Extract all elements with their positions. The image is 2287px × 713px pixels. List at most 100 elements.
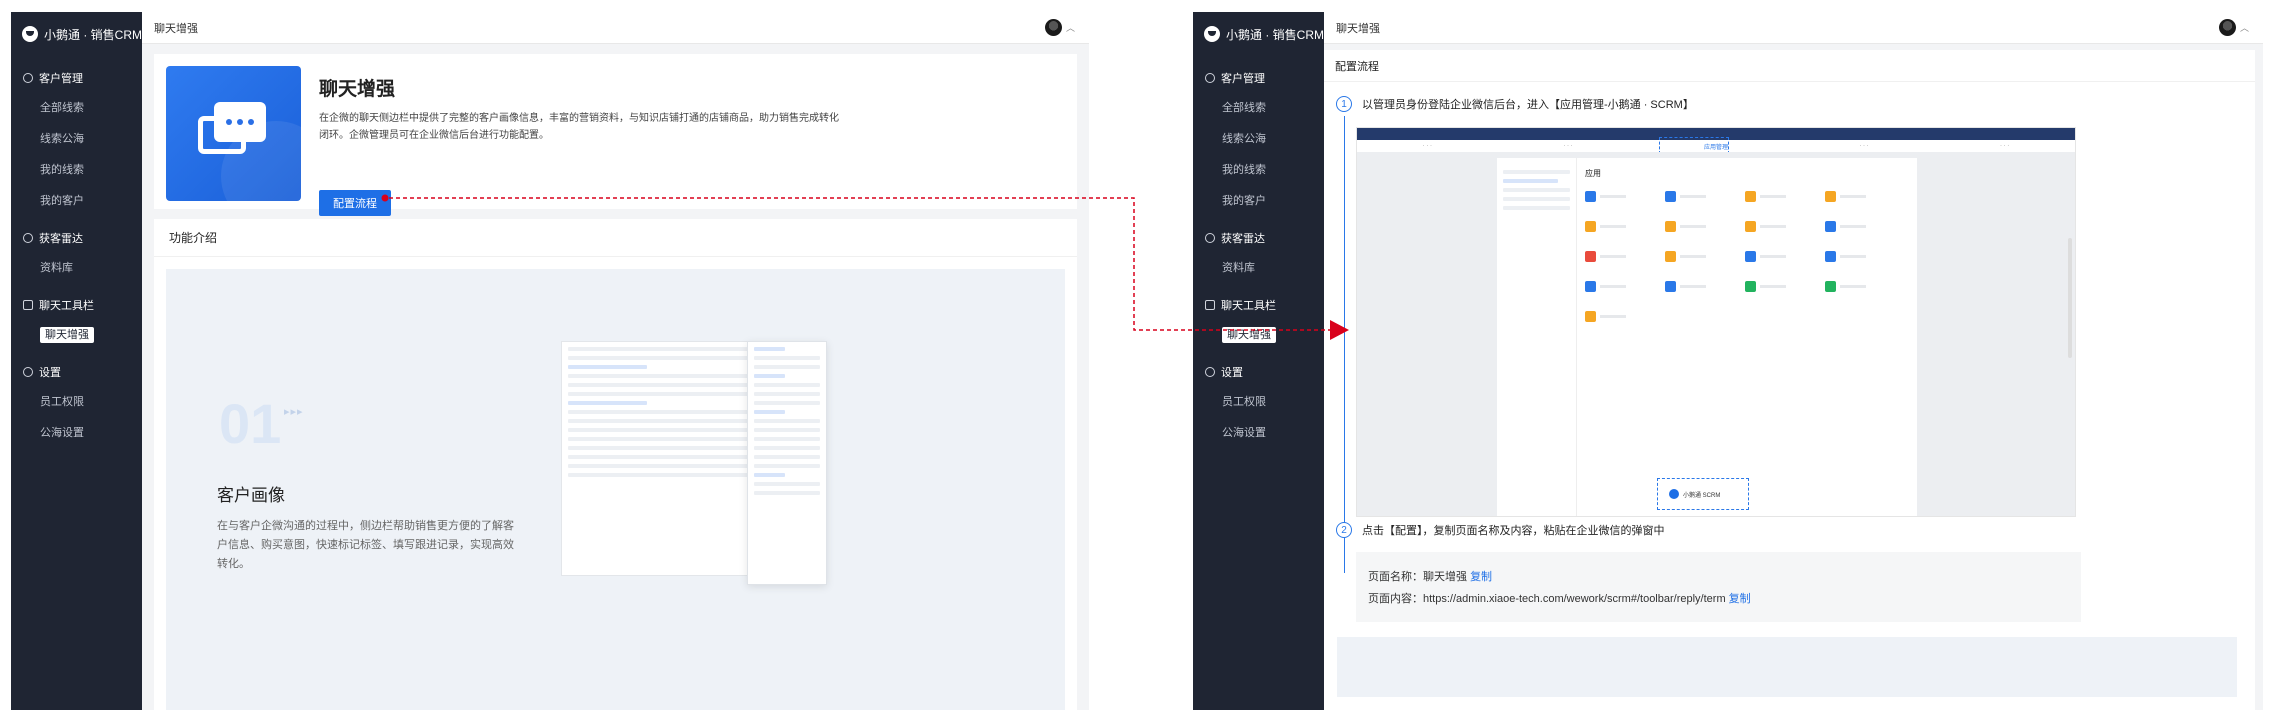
- next-panel: [1337, 637, 2237, 697]
- step-1: 1 以管理员身份登陆企业微信后台，进入【应用管理-小鹅通 · SCRM】: [1336, 96, 2255, 112]
- user-menu[interactable]: ︿: [2218, 19, 2249, 36]
- app-tile: [1825, 278, 1883, 294]
- brand-name: 小鹅通 · 销售CRM: [1226, 27, 1324, 42]
- chevron-up-icon: ︿: [2239, 23, 2249, 33]
- copy-name-link[interactable]: 复制: [1470, 571, 1492, 583]
- sidebar-item-my-leads[interactable]: 我的线索: [1193, 154, 1324, 185]
- brand: 小鹅通 · 销售CRM: [1193, 12, 1324, 56]
- feature-panel: 01 ▸▸▸ 客户画像 在与客户企微沟通的过程中，侧边栏帮助销售更方便的了解客户…: [166, 269, 1065, 710]
- arrow-dots-icon: ▸▸▸: [284, 406, 304, 418]
- config-title: 配置流程: [1324, 50, 2255, 82]
- scrollbar: [2068, 238, 2072, 358]
- sidebar-item-my-customers[interactable]: 我的客户: [11, 185, 142, 216]
- app-tile: [1745, 278, 1803, 294]
- nav-group-title[interactable]: 聊天工具栏: [1193, 291, 1324, 319]
- chevron-up-icon: ︿: [1065, 23, 1075, 33]
- app-tile-icon: [1745, 280, 1756, 292]
- nav-group-title[interactable]: 获客雷达: [11, 224, 142, 252]
- sidebar-item-staff-permission[interactable]: 员工权限: [1193, 386, 1324, 417]
- avatar: [1044, 19, 1062, 36]
- sidebar-item-my-customers[interactable]: 我的客户: [1193, 185, 1324, 216]
- bubble-front-icon: [214, 102, 266, 142]
- app-tile: [1665, 188, 1723, 204]
- nav-group-title[interactable]: 设置: [11, 358, 142, 386]
- chat-icon: [23, 300, 33, 310]
- brand-logo-icon: [22, 26, 38, 42]
- step-2: 2 点击【配置】，复制页面名称及内容，粘贴在企业微信的弹窗中: [1336, 522, 1665, 538]
- app-tile: [1665, 218, 1723, 234]
- app-tile-label-placeholder: [1600, 254, 1626, 258]
- sidebar-item-chat-enhance[interactable]: 聊天增强: [1193, 319, 1324, 350]
- hero-text: 聊天增强 在企微的聊天侧边栏中提供了完整的客户画像信息，丰富的营销资料，与知识店…: [319, 66, 844, 216]
- copy-content-link[interactable]: 复制: [1729, 593, 1751, 605]
- sidebar-item-library[interactable]: 资料库: [1193, 252, 1324, 283]
- user-menu[interactable]: ︿: [1044, 19, 1075, 36]
- admin-section-title: 应用: [1585, 169, 1601, 178]
- sidebar-item-library[interactable]: 资料库: [11, 252, 142, 283]
- user-icon: [1205, 73, 1215, 83]
- sidebar-item-chat-enhance[interactable]: 聊天增强: [11, 319, 142, 350]
- admin-tab: · · ·: [1859, 143, 1869, 149]
- brand-logo-icon: [1204, 26, 1220, 42]
- app-tile-label-placeholder: [1600, 314, 1626, 318]
- sidebar: 小鹅通 · 销售CRM 客户管理 全部线索 线索公海 我的线索 我的客户 获客雷…: [1193, 12, 1324, 710]
- app-tile-icon: [1665, 250, 1676, 262]
- brand: 小鹅通 · 销售CRM: [11, 12, 142, 56]
- admin-tab: · · ·: [1422, 143, 1432, 149]
- highlighted-app: 小鹅通 SCRM: [1669, 489, 1720, 499]
- app-tile-label-placeholder: [1840, 194, 1866, 198]
- hero-card: 聊天增强 在企微的聊天侧边栏中提供了完整的客户画像信息，丰富的营销资料，与知识店…: [154, 54, 1077, 216]
- main-area: 聊天增强 ︿ 聊天增强 在企微的聊天侧边栏中提供了完整的客户画像信息，丰富的营销…: [142, 12, 1089, 710]
- nav-group-title[interactable]: 聊天工具栏: [11, 291, 142, 319]
- app-tile-label-placeholder: [1760, 284, 1786, 288]
- sidebar-item-all-leads[interactable]: 全部线索: [1193, 92, 1324, 123]
- app-tile: [1745, 248, 1803, 264]
- nav-group-radar: 获客雷达 资料库: [1193, 224, 1324, 283]
- feature-number: 01: [219, 392, 282, 455]
- app-tile-label-placeholder: [1840, 284, 1866, 288]
- app-tile: [1745, 188, 1803, 204]
- sidebar-item-my-leads[interactable]: 我的线索: [11, 154, 142, 185]
- config-flow-button[interactable]: 配置流程: [319, 190, 391, 216]
- nav-group-title[interactable]: 客户管理: [11, 64, 142, 92]
- app-tile-icon: [1665, 190, 1676, 202]
- radar-icon: [1205, 233, 1215, 243]
- topbar: 聊天增强 ︿: [1324, 12, 2263, 44]
- step-text: 以管理员身份登陆企业微信后台，进入【应用管理-小鹅通 · SCRM】: [1362, 99, 1694, 111]
- nav-group-customer: 客户管理 全部线索 线索公海 我的线索 我的客户: [11, 64, 142, 216]
- app-tile-icon: [1585, 310, 1596, 322]
- nav-group-title[interactable]: 获客雷达: [1193, 224, 1324, 252]
- app-tile: [1585, 188, 1643, 204]
- sidebar-item-lead-pool[interactable]: 线索公海: [11, 123, 142, 154]
- nav-group-toolbar: 聊天工具栏 聊天增强: [1193, 291, 1324, 350]
- hero-description: 在企微的聊天侧边栏中提供了完整的客户画像信息，丰富的营销资料，与知识店铺打通的店…: [319, 113, 839, 141]
- app-tile-icon: [1665, 220, 1676, 232]
- app-tile-icon: [1665, 280, 1676, 292]
- app-tile: [1825, 188, 1883, 204]
- app-tile-label-placeholder: [1840, 224, 1866, 228]
- step-number: 1: [1336, 96, 1352, 112]
- content: 聊天增强 在企微的聊天侧边栏中提供了完整的客户画像信息，丰富的营销资料，与知识店…: [142, 44, 1089, 710]
- config-steps: 1 以管理员身份登陆企业微信后台，进入【应用管理-小鹅通 · SCRM】 · ·…: [1324, 82, 2255, 710]
- gear-icon: [23, 367, 33, 377]
- sidebar-item-all-leads[interactable]: 全部线索: [11, 92, 142, 123]
- sidebar-item-staff-permission[interactable]: 员工权限: [11, 386, 142, 417]
- nav-group-title[interactable]: 设置: [1193, 358, 1324, 386]
- app-tile-label-placeholder: [1680, 254, 1706, 258]
- sidebar-screenshot-illustration: [561, 341, 827, 585]
- feature-name: 客户画像: [217, 486, 285, 505]
- brand-name: 小鹅通 · 销售CRM: [44, 27, 142, 42]
- app-tile-label-placeholder: [1760, 224, 1786, 228]
- gear-icon: [1205, 367, 1215, 377]
- page-info-box: 页面名称：聊天增强 复制 页面内容：https://admin.xiaoe-te…: [1356, 552, 2081, 622]
- app-tile-icon: [1585, 190, 1596, 202]
- sidebar-item-pool-settings[interactable]: 公海设置: [1193, 417, 1324, 448]
- sidebar-item-pool-settings[interactable]: 公海设置: [11, 417, 142, 448]
- step-connector-line: [1344, 116, 1345, 573]
- sidebar-item-lead-pool[interactable]: 线索公海: [1193, 123, 1324, 154]
- app-tile-label-placeholder: [1840, 254, 1866, 258]
- app-tile: [1585, 278, 1643, 294]
- nav-group-title[interactable]: 客户管理: [1193, 64, 1324, 92]
- app-tile-icon: [1745, 250, 1756, 262]
- avatar: [2218, 19, 2236, 36]
